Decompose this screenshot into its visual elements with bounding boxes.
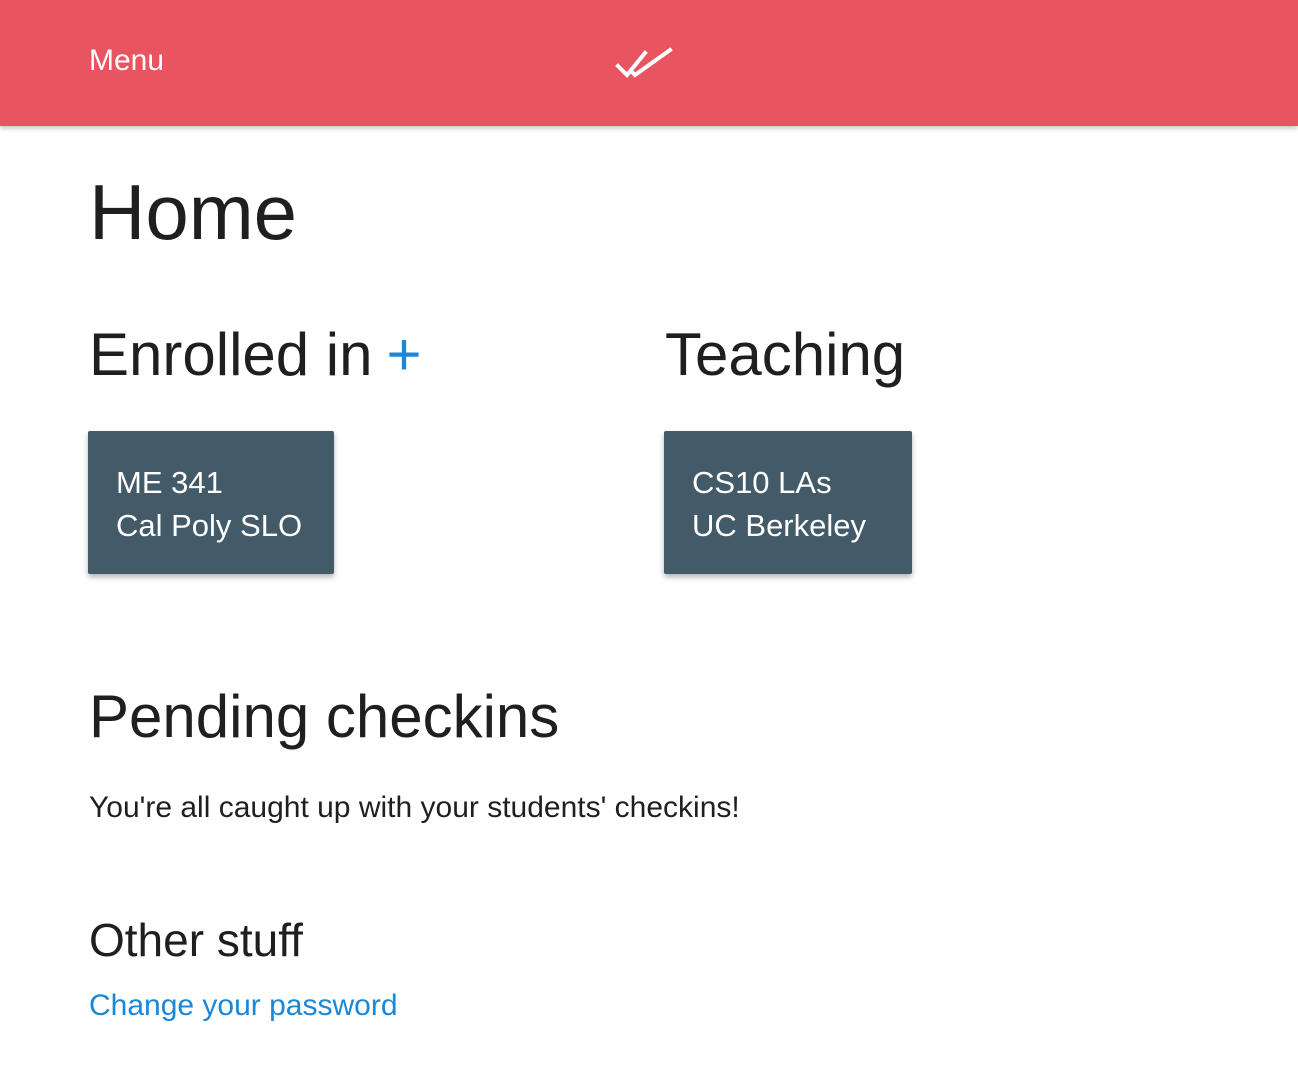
change-password-link[interactable]: Change your password bbox=[89, 986, 398, 1026]
teaching-heading: Teaching bbox=[665, 321, 906, 388]
enrolled-in-label: Enrolled in bbox=[89, 321, 373, 388]
enrolled-course-card[interactable]: ME 341 Cal Poly SLO bbox=[88, 431, 334, 574]
course-school: UC Berkeley bbox=[692, 508, 866, 543]
add-course-button[interactable]: + bbox=[387, 321, 422, 388]
double-check-icon[interactable] bbox=[615, 46, 673, 82]
page-title: Home bbox=[89, 168, 298, 256]
course-school: Cal Poly SLO bbox=[116, 508, 303, 543]
pending-checkins-heading: Pending checkins bbox=[89, 683, 560, 750]
teaching-course-card[interactable]: CS10 LAs UC Berkeley bbox=[664, 431, 912, 574]
menu-button[interactable]: Menu bbox=[89, 44, 164, 78]
top-navigation-bar: Menu bbox=[0, 0, 1298, 126]
enrolled-in-heading: Enrolled in + bbox=[89, 320, 422, 390]
course-name: CS10 LAs bbox=[692, 465, 832, 500]
other-stuff-heading: Other stuff bbox=[89, 914, 303, 966]
pending-checkins-message: You're all caught up with your students'… bbox=[89, 791, 740, 824]
course-name: ME 341 bbox=[116, 465, 223, 500]
